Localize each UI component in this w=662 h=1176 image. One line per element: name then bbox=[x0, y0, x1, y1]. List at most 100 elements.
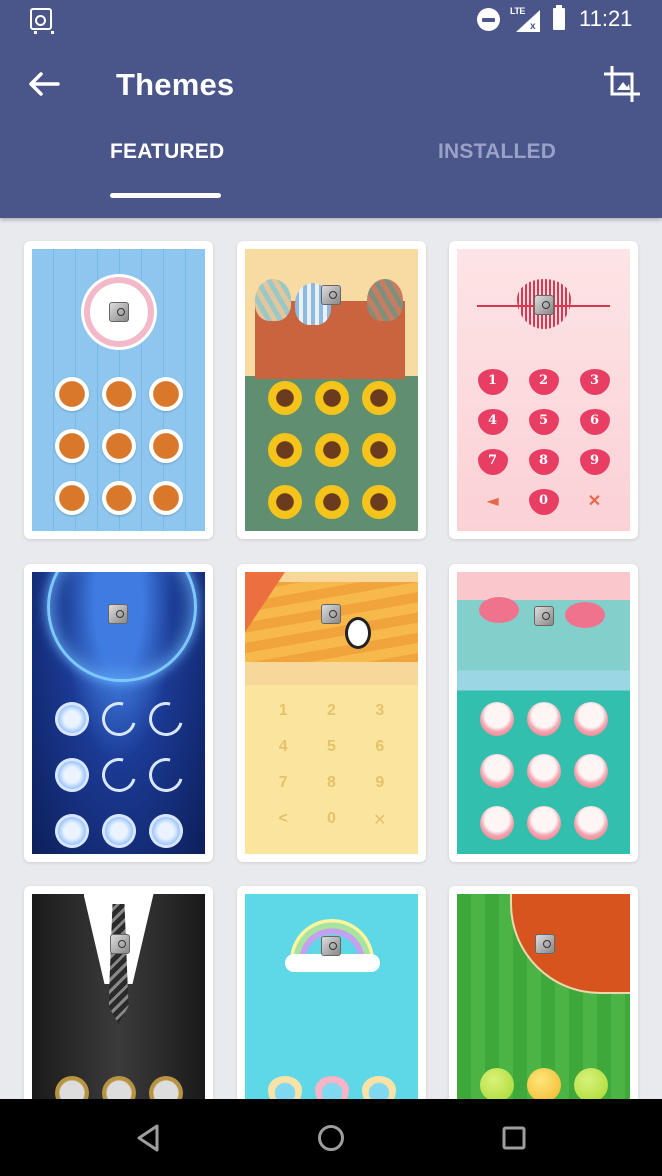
theme-card[interactable] bbox=[24, 241, 213, 539]
pattern-dot bbox=[361, 381, 396, 415]
flamingo-illustration bbox=[565, 602, 605, 628]
signal-icon bbox=[516, 10, 540, 32]
safe-vault-icon bbox=[30, 8, 54, 34]
tab-featured[interactable]: FEATURED bbox=[110, 140, 224, 200]
theme-card[interactable] bbox=[24, 564, 213, 862]
penguin-illustration bbox=[345, 617, 371, 649]
pattern-dot bbox=[101, 429, 136, 463]
clay-court bbox=[510, 894, 630, 994]
theme-thumbnail-flamingo bbox=[457, 572, 630, 854]
nav-home-icon bbox=[318, 1125, 344, 1151]
theme-card[interactable]: 1 2 3 4 5 6 7 8 9 < 0 ✕ bbox=[237, 564, 426, 862]
theme-thumbnail-penguin: 1 2 3 4 5 6 7 8 9 < 0 ✕ bbox=[245, 572, 418, 854]
pin-key: 6 bbox=[579, 409, 610, 435]
pin-key: 1 bbox=[278, 702, 288, 719]
onion-dome bbox=[367, 279, 403, 321]
pattern-dot bbox=[479, 754, 514, 788]
theme-thumbnail-moscow bbox=[245, 249, 418, 531]
pattern-dot bbox=[54, 481, 89, 515]
pin-key: 9 bbox=[375, 774, 385, 791]
pattern-dot bbox=[314, 381, 349, 415]
pattern-dot bbox=[48, 807, 95, 854]
pin-key: 0 bbox=[327, 810, 336, 827]
pattern-grid bbox=[261, 381, 402, 519]
theme-thumbnail-heartbeat: 1 2 3 4 5 6 7 8 9 ◄ 0 ✕ bbox=[457, 249, 630, 531]
no-data-icon: x bbox=[530, 21, 536, 32]
pin-key: 0 bbox=[528, 489, 559, 515]
pin-key: 5 bbox=[528, 409, 559, 435]
pin-key: 4 bbox=[477, 409, 508, 435]
pattern-dot bbox=[479, 1068, 514, 1102]
theme-thumbnail-zodiac bbox=[32, 572, 205, 854]
pattern-dot bbox=[142, 695, 189, 743]
flamingo-illustration bbox=[479, 597, 519, 623]
pattern-dot bbox=[314, 485, 349, 519]
do-not-disturb-icon bbox=[477, 8, 500, 31]
theme-card[interactable] bbox=[237, 241, 426, 539]
pattern-dot bbox=[479, 806, 514, 840]
theme-card[interactable] bbox=[449, 564, 638, 862]
pattern-dot bbox=[526, 754, 561, 788]
toolbar: Themes bbox=[0, 52, 662, 116]
pattern-dot bbox=[148, 429, 183, 463]
back-button[interactable] bbox=[22, 64, 66, 104]
pattern-dot bbox=[267, 433, 302, 467]
nav-recents-button[interactable] bbox=[496, 1121, 532, 1155]
app-lock-icon bbox=[110, 934, 130, 954]
pattern-grid bbox=[473, 702, 614, 840]
app-lock-icon bbox=[321, 604, 341, 624]
nav-back-icon bbox=[137, 1124, 159, 1152]
crop-image-button[interactable] bbox=[600, 62, 644, 106]
active-tab-indicator bbox=[110, 193, 221, 198]
pattern-grid bbox=[48, 377, 189, 515]
nav-back-button[interactable] bbox=[131, 1121, 167, 1155]
pin-key: 3 bbox=[579, 369, 610, 395]
pattern-dot bbox=[148, 481, 183, 515]
pin-key: 5 bbox=[327, 738, 336, 755]
pin-key: 4 bbox=[278, 738, 288, 755]
arrow-back-icon bbox=[29, 72, 60, 96]
tab-bar: FEATURED INSTALLED bbox=[0, 140, 662, 210]
theme-card[interactable]: 1 2 3 4 5 6 7 8 9 ◄ 0 ✕ bbox=[449, 241, 638, 539]
pattern-dot bbox=[573, 702, 608, 736]
pattern-dot bbox=[526, 702, 561, 736]
crop-image-icon bbox=[604, 66, 640, 102]
app-lock-icon bbox=[535, 934, 555, 954]
pattern-dot bbox=[361, 485, 396, 519]
pin-key: 7 bbox=[477, 449, 508, 475]
tab-installed[interactable]: INSTALLED bbox=[438, 140, 556, 200]
pattern-dot bbox=[54, 377, 89, 411]
pattern-dot bbox=[142, 807, 189, 854]
pattern-dot bbox=[48, 751, 95, 799]
app-lock-icon bbox=[321, 936, 341, 956]
zodiac-wheel bbox=[47, 572, 197, 682]
pattern-dot bbox=[573, 754, 608, 788]
themes-screen: LTE x 11:21 Themes FEATURED INSTALLED 1 … bbox=[0, 0, 662, 1176]
pattern-dot bbox=[95, 695, 142, 743]
pattern-dot bbox=[267, 485, 302, 519]
pin-key: 8 bbox=[327, 774, 336, 791]
cloud-illustration bbox=[285, 954, 380, 972]
pattern-dot bbox=[48, 695, 95, 743]
pin-key: 9 bbox=[579, 449, 610, 475]
pin-key-back: < bbox=[278, 810, 288, 827]
pin-key: 1 bbox=[477, 369, 508, 395]
pin-key: 2 bbox=[528, 369, 559, 395]
pattern-dot bbox=[573, 806, 608, 840]
system-nav-bar bbox=[0, 1099, 662, 1176]
pattern-grid bbox=[48, 695, 189, 854]
pin-keypad: 1 2 3 4 5 6 7 8 9 < 0 ✕ bbox=[259, 702, 404, 830]
pin-key-back: ◄ bbox=[486, 491, 499, 510]
pattern-dot bbox=[479, 702, 514, 736]
app-lock-icon bbox=[321, 285, 341, 305]
nav-recents-icon bbox=[502, 1126, 526, 1150]
nav-home-button[interactable] bbox=[313, 1121, 349, 1155]
app-lock-icon bbox=[109, 302, 129, 322]
pin-key-clear: ✕ bbox=[373, 812, 387, 829]
pattern-dot bbox=[101, 377, 136, 411]
pattern-dot bbox=[54, 429, 89, 463]
app-header: LTE x 11:21 Themes FEATURED INSTALLED bbox=[0, 0, 662, 218]
pattern-dot bbox=[142, 751, 189, 799]
pin-key: 8 bbox=[528, 449, 559, 475]
pin-keypad: 1 2 3 4 5 6 7 8 9 ◄ 0 ✕ bbox=[467, 369, 620, 515]
